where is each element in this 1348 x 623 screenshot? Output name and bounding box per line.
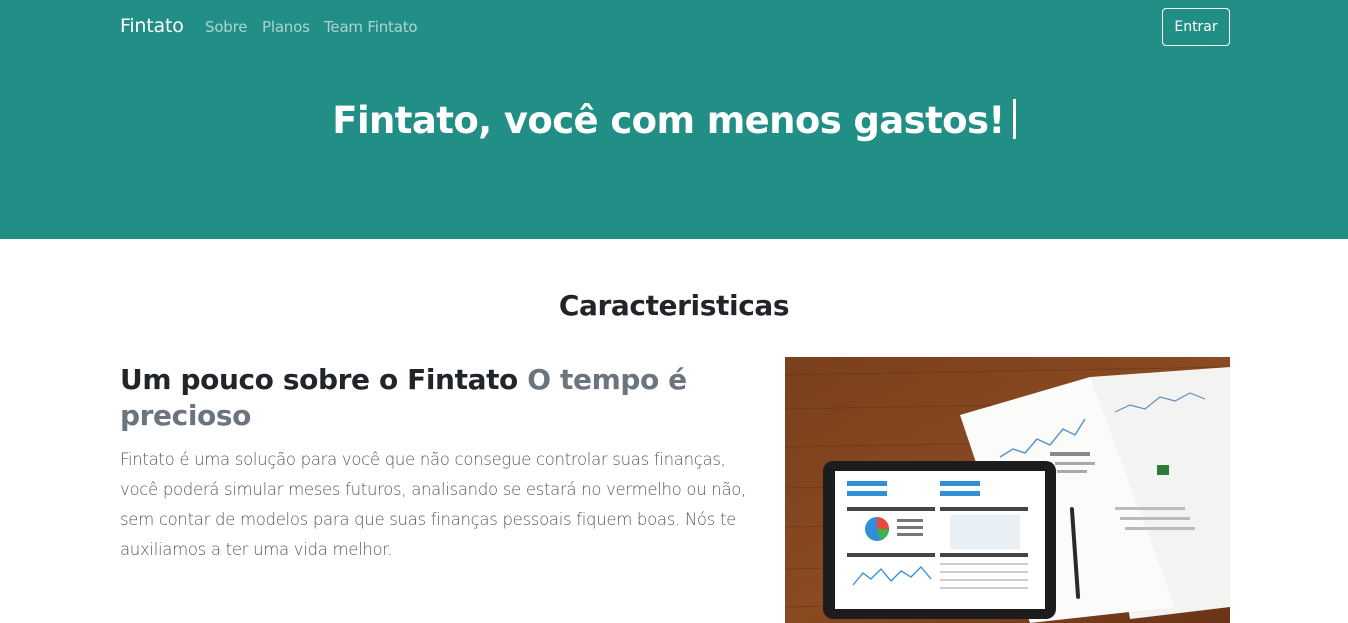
feature-heading-main: Um pouco sobre o Fintato bbox=[120, 363, 518, 396]
tablet-dashboard-photo bbox=[785, 357, 1230, 623]
hero-banner: Fintato Sobre Planos Team Fintato Entrar… bbox=[0, 0, 1348, 239]
nav-link-planos[interactable]: Planos bbox=[262, 18, 310, 36]
feature-image bbox=[785, 357, 1230, 623]
nav-link-team[interactable]: Team Fintato bbox=[324, 18, 418, 36]
typing-caret bbox=[1012, 99, 1016, 139]
feature-heading: Um pouco sobre o Fintato O tempo é preci… bbox=[120, 362, 720, 434]
nav-link-sobre[interactable]: Sobre bbox=[205, 18, 247, 36]
brand-logo[interactable]: Fintato bbox=[120, 15, 184, 37]
feature-description: Fintato é uma solução para você que não … bbox=[120, 450, 747, 559]
login-button[interactable]: Entrar bbox=[1162, 8, 1230, 46]
hero-title: Fintato, você com menos gastos! bbox=[0, 99, 1348, 142]
hero-title-text: Fintato, você com menos gastos! bbox=[332, 99, 1005, 142]
section-title: Caracteristicas bbox=[558, 289, 790, 322]
